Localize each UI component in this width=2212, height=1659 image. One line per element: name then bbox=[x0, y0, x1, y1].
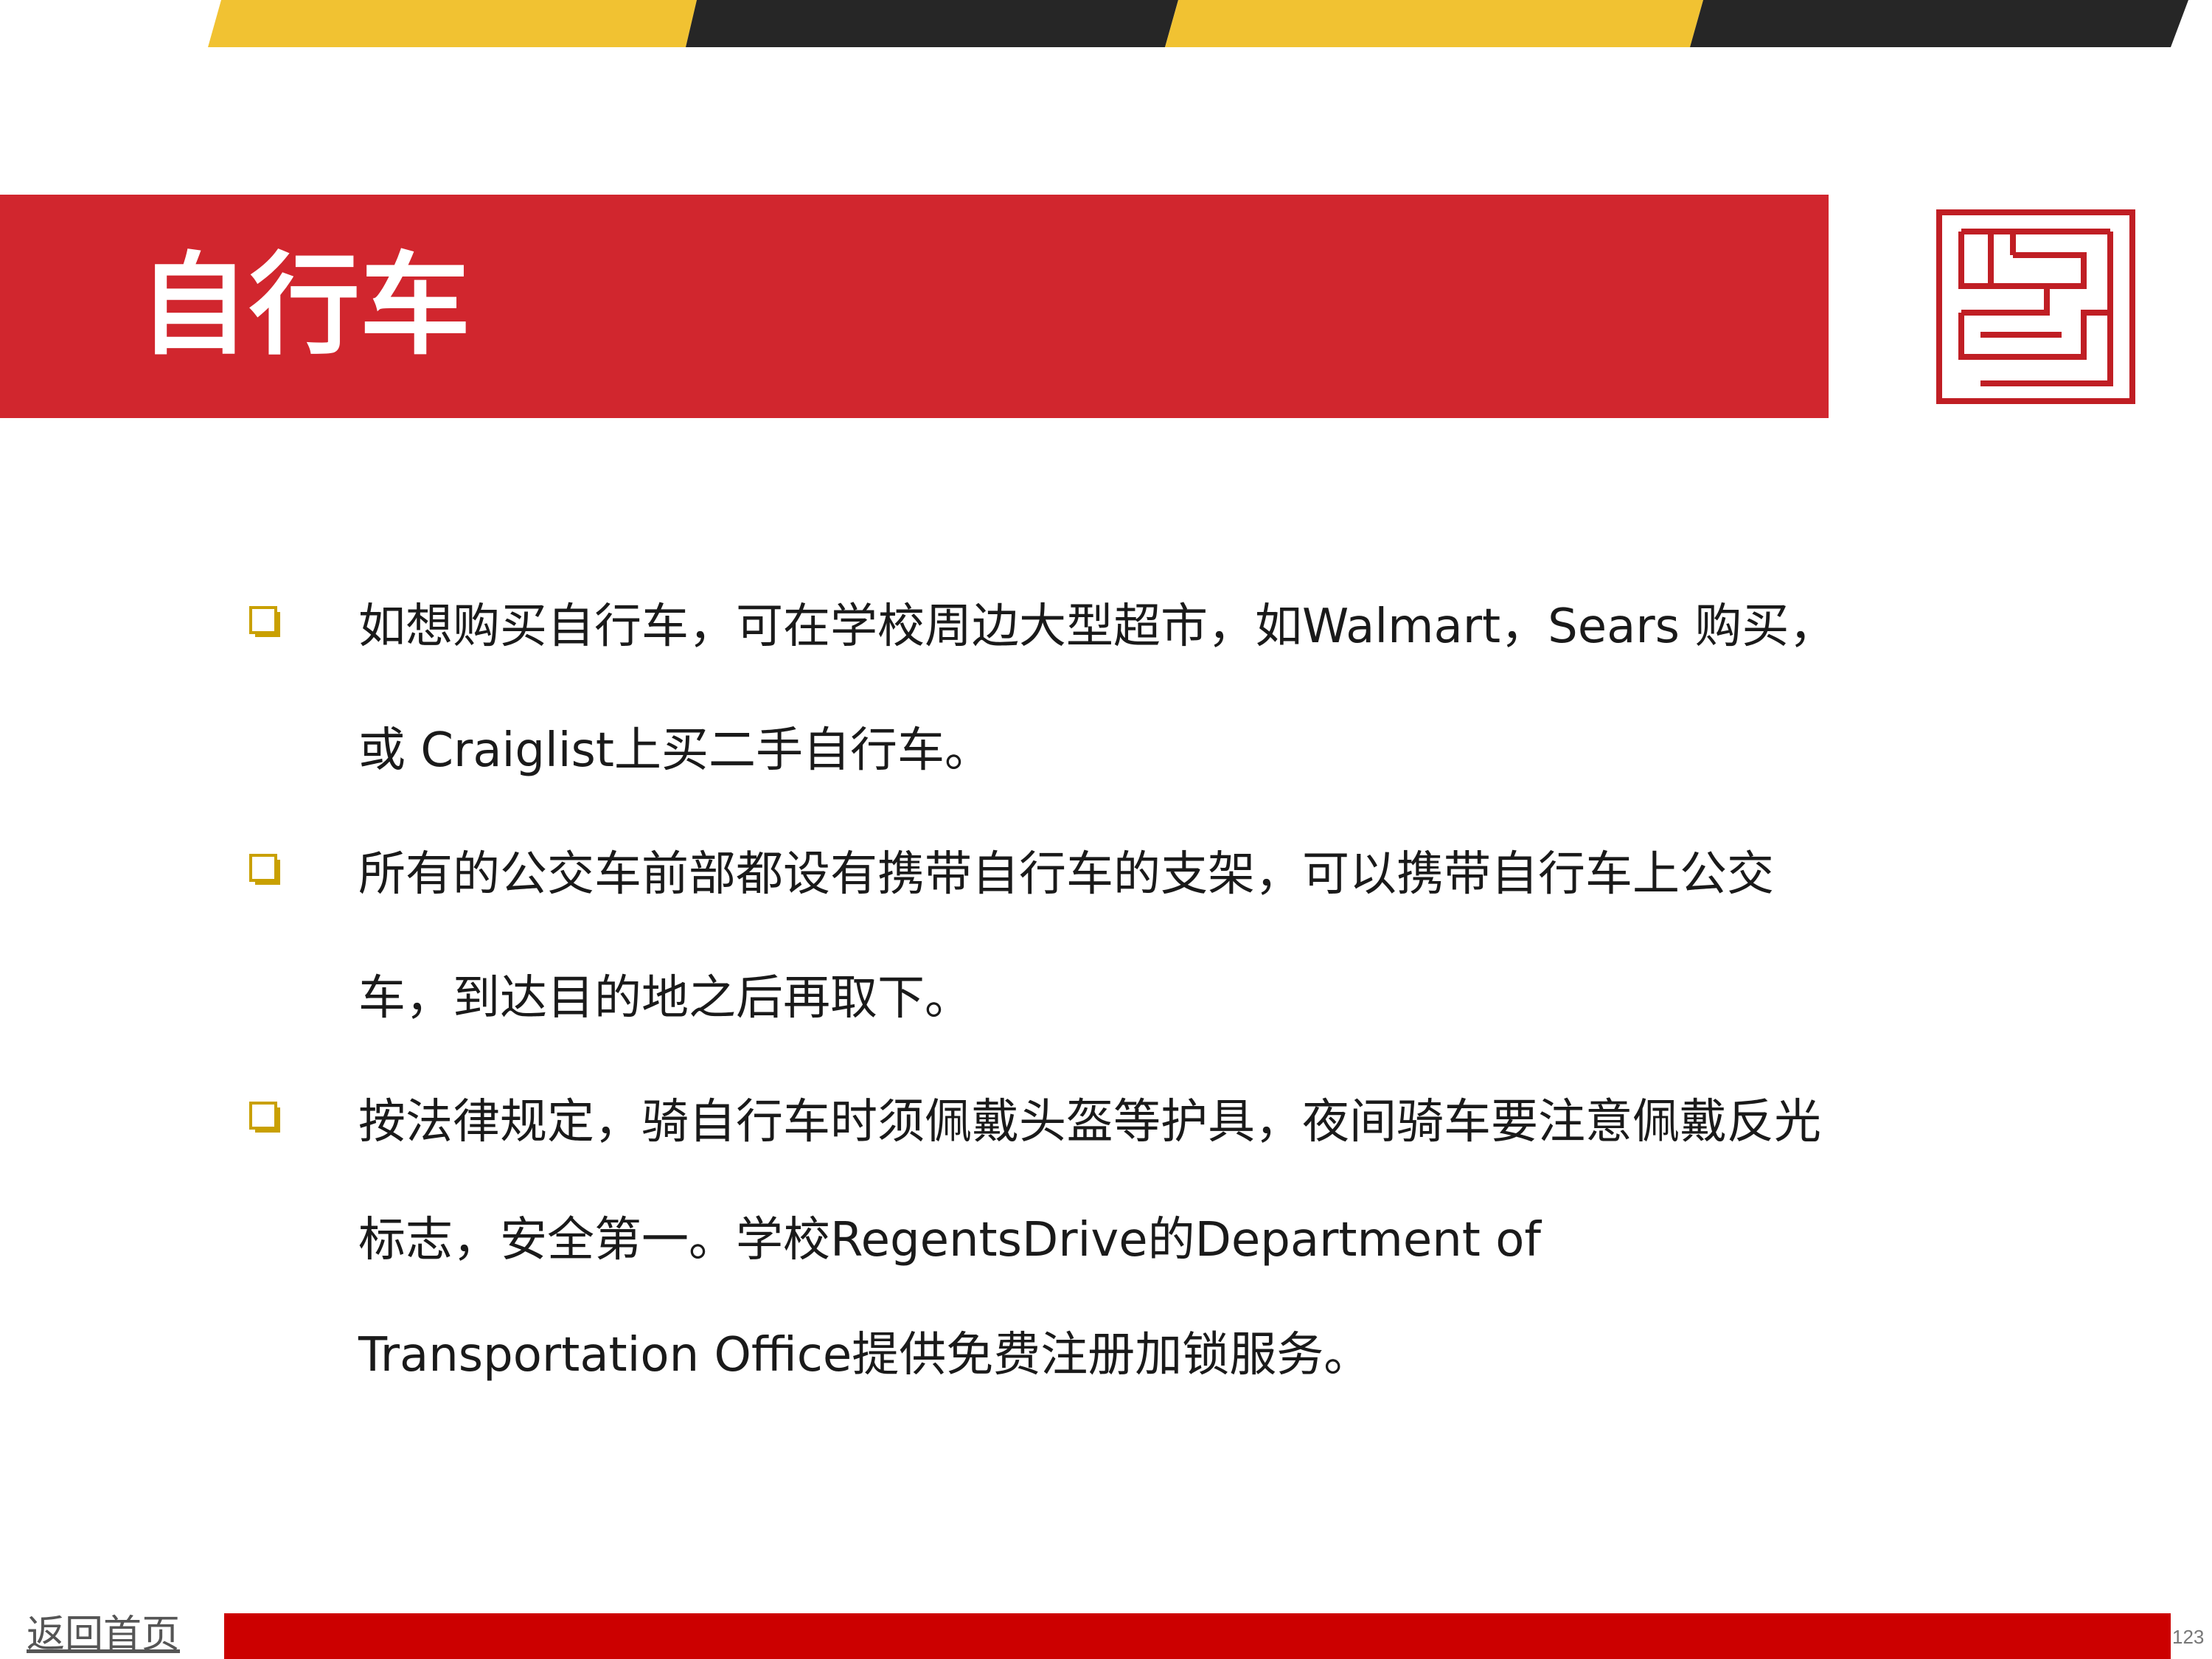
square-bullet-icon bbox=[249, 854, 280, 885]
slide: 自行车 如想购买自行车，可在学校周边大型超市，如Walmart，Sears 购买… bbox=[0, 0, 2212, 1659]
bullet-1-line-1: 如想购买自行车，可在学校周边大型超市，如Walmart，Sears 购买， bbox=[358, 599, 1837, 654]
stripe-dark-2 bbox=[1690, 0, 2188, 47]
home-link[interactable]: 返回首页 bbox=[27, 1610, 180, 1659]
square-bullet-icon bbox=[249, 606, 280, 637]
seal-logo-icon bbox=[1936, 209, 2135, 404]
stripe-dark-1 bbox=[686, 0, 1178, 47]
stripe-yellow-2 bbox=[1165, 0, 1703, 47]
bullet-1-line-2: 或 Craiglist上买二手自行车。 bbox=[358, 723, 992, 778]
page-title: 自行车 bbox=[139, 242, 471, 370]
bullet-3-line-2: 标志，安全第一。学校RegentsDrive的Department of bbox=[358, 1213, 1541, 1267]
stripe-yellow-1 bbox=[208, 0, 697, 47]
page-number: 123 bbox=[2172, 1626, 2205, 1648]
bullet-3-line-3: Transportation Office提供免费注册加锁服务。 bbox=[358, 1328, 1371, 1382]
bullet-2-line-1: 所有的公交车前部都设有携带自行车的支架，可以携带自行车上公交 bbox=[358, 847, 1774, 902]
footer-bar bbox=[224, 1613, 2171, 1659]
square-bullet-icon bbox=[249, 1102, 280, 1133]
bullet-3-line-1: 按法律规定，骑自行车时须佩戴头盔等护具，夜间骑车要注意佩戴反光 bbox=[358, 1095, 1821, 1150]
top-decorative-stripes bbox=[208, 0, 2188, 47]
bullet-2-line-2: 车，到达目的地之后再取下。 bbox=[358, 971, 972, 1026]
